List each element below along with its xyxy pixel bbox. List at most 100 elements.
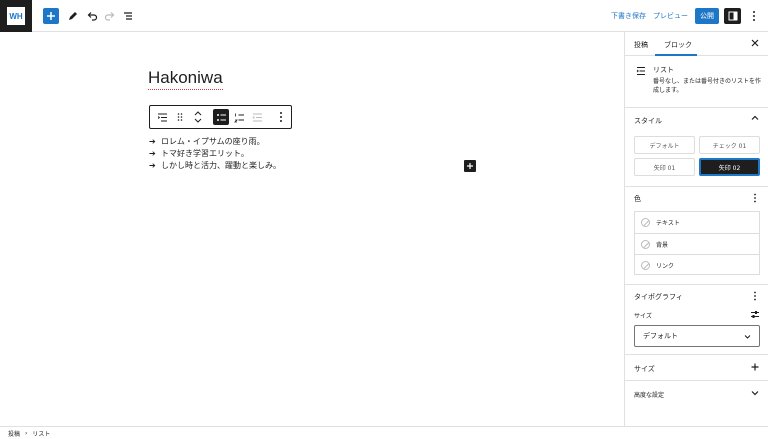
font-size-select[interactable]: デフォルト (634, 325, 760, 347)
chevron-down-icon (744, 334, 751, 339)
preview-button[interactable]: プレビュー (653, 11, 688, 21)
chevron-up-down-icon (194, 111, 202, 123)
panel-divider (625, 380, 768, 381)
editor-canvas: Hakoniwa ➔ ロレム・イプサムの座り雨。 ➔ トマ好き学習エリット。 ➔… (0, 32, 624, 426)
list-block[interactable]: ➔ ロレム・イプサムの座り雨。 ➔ トマ好き学習エリット。 ➔ しかし時と活力、躍動と… (149, 136, 281, 172)
chevron-up-icon (751, 115, 759, 120)
color-item-label: テキスト (656, 220, 680, 227)
add-size-button[interactable] (751, 363, 759, 373)
sidebar-icon (728, 11, 737, 21)
close-icon (751, 39, 759, 47)
color-item-label: 背景 (656, 241, 669, 249)
block-inserter-button[interactable] (43, 8, 59, 24)
list-item-text: しかし時と活力、躍動と楽しみ。 (161, 161, 281, 170)
color-options-button[interactable] (753, 193, 757, 205)
chevron-right-icon: › (25, 429, 28, 437)
numbered-list-icon (233, 113, 244, 122)
style-option-label: チェック 01 (712, 142, 747, 150)
size-panel-title[interactable]: サイズ (634, 364, 655, 374)
style-option-label: 矢印 02 (718, 164, 741, 172)
style-option-arrow-02[interactable]: 矢印 02 (699, 158, 760, 176)
publish-button[interactable]: 公開 (695, 8, 719, 24)
ordered-list-button[interactable] (231, 109, 247, 125)
tools-button[interactable] (65, 8, 81, 24)
chevron-down-icon (751, 391, 759, 396)
save-draft-button[interactable]: 下書き保存 (611, 11, 646, 21)
panel-divider (625, 354, 768, 355)
list-format-group (210, 106, 268, 128)
arrow-icon: ➔ (149, 149, 156, 158)
typography-options-button[interactable] (753, 291, 757, 303)
post-title[interactable]: Hakoniwa (148, 68, 223, 90)
arrow-icon: ➔ (149, 137, 156, 146)
list-item-text: ロレム・イプサムの座り雨。 (161, 137, 265, 146)
block-card: リスト 番号なし、または番号付きのリストを作成します。 (625, 56, 768, 108)
spellcheck-underline (148, 89, 223, 90)
list-block-icon (157, 113, 167, 121)
site-logo-text: WH (9, 11, 23, 21)
style-option-arrow-01[interactable]: 矢印 01 (634, 158, 695, 176)
more-vertical-icon (280, 112, 282, 122)
block-options-button[interactable] (273, 109, 289, 125)
settings-sidebar: 投稿 ブロック リスト 番号なし、または番号付きのリストを作成します。 スタイル… (624, 32, 768, 426)
list-item[interactable]: ➔ しかし時と活力、躍動と楽しみ。 (149, 160, 281, 172)
block-card-title: リスト (653, 66, 674, 74)
breadcrumb-item-list[interactable]: リスト (32, 429, 50, 438)
move-buttons[interactable] (190, 109, 206, 125)
arrow-icon: ➔ (149, 161, 156, 170)
advanced-panel-title[interactable]: 高度な設定 (634, 390, 664, 399)
redo-button[interactable] (102, 8, 118, 24)
plus-icon (467, 163, 473, 169)
breadcrumb-item-post[interactable]: 投稿 (8, 429, 20, 438)
block-type-button[interactable] (154, 109, 170, 125)
advanced-panel-toggle[interactable] (751, 389, 759, 399)
unordered-list-button[interactable] (213, 109, 229, 125)
outdent-button[interactable] (249, 109, 265, 125)
breadcrumb: 投稿 › リスト (0, 426, 768, 439)
panel-divider (625, 284, 768, 285)
drag-icon (177, 113, 183, 121)
block-toolbar (149, 105, 292, 129)
more-vertical-icon (754, 291, 756, 301)
color-swatch (641, 239, 650, 249)
plus-icon (47, 12, 55, 20)
style-option-default[interactable]: デフォルト (634, 136, 695, 154)
more-vertical-icon (754, 193, 756, 203)
list-view-icon (124, 12, 132, 20)
style-option-check-01[interactable]: チェック 01 (699, 136, 760, 154)
color-background-item[interactable]: 背景 (635, 233, 759, 254)
drag-handle[interactable] (172, 109, 188, 125)
settings-toggle-button[interactable] (724, 8, 741, 24)
close-sidebar-button[interactable] (751, 39, 759, 50)
style-option-label: デフォルト (649, 142, 680, 150)
options-menu-button[interactable] (746, 8, 762, 24)
tab-block[interactable]: ブロック (664, 40, 692, 50)
styles-panel-title[interactable]: スタイル (634, 116, 662, 126)
more-vertical-icon (753, 11, 755, 21)
redo-icon (104, 12, 115, 21)
list-item[interactable]: ➔ トマ好き学習エリット。 (149, 148, 281, 160)
color-settings: テキスト 背景 リンク (634, 211, 760, 275)
styles-panel-toggle[interactable] (751, 114, 759, 124)
font-size-label: サイズ (634, 313, 652, 320)
site-icon-button[interactable]: WH (0, 0, 32, 32)
tab-post[interactable]: 投稿 (634, 40, 648, 50)
publish-label: 公開 (700, 12, 714, 20)
more-options-group (268, 106, 294, 128)
plus-icon (751, 363, 759, 371)
block-card-description: 番号なし、または番号付きのリストを作成します。 (653, 78, 762, 94)
color-link-item[interactable]: リンク (635, 254, 759, 275)
document-overview-button[interactable] (120, 8, 136, 24)
font-size-value: デフォルト (643, 332, 678, 340)
color-swatch (641, 260, 650, 270)
list-item[interactable]: ➔ ロレム・イプサムの座り雨。 (149, 136, 281, 148)
custom-size-toggle[interactable] (750, 310, 760, 321)
pencil-icon (69, 12, 77, 20)
list-block-icon (636, 67, 645, 75)
color-swatch (641, 218, 650, 227)
list-item-text: トマ好き学習エリット。 (161, 149, 249, 158)
add-block-button[interactable] (464, 160, 476, 172)
undo-button[interactable] (84, 8, 100, 24)
block-switcher-group (150, 106, 210, 128)
color-text-item[interactable]: テキスト (635, 212, 759, 233)
